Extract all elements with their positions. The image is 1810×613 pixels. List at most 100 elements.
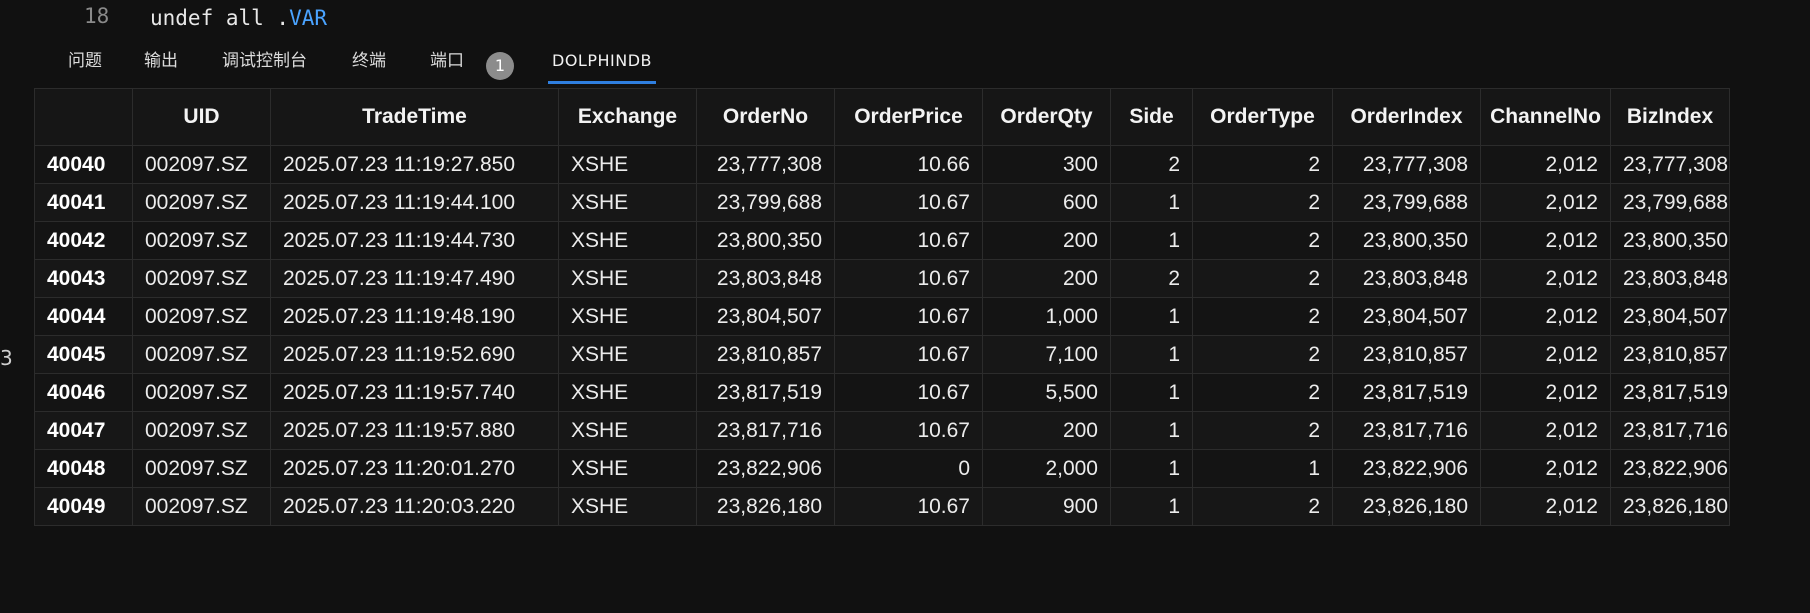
table-cell[interactable]: 2025.07.23 11:20:01.270	[270, 449, 559, 488]
table-cell[interactable]: 23,799,688	[696, 183, 835, 222]
column-header[interactable]: TradeTime	[270, 88, 559, 146]
table-cell[interactable]: 23,777,308	[1332, 145, 1481, 184]
table-row[interactable]: 40041 002097.SZ 2025.07.23 11:19:44.100 XSH…	[34, 183, 1730, 222]
table-cell[interactable]: 23,817,716	[696, 411, 835, 450]
tab-output[interactable]: 输出	[144, 44, 178, 82]
table-cell[interactable]: 002097.SZ	[132, 297, 271, 336]
table-row[interactable]: 40042 002097.SZ 2025.07.23 11:19:44.730 XSH…	[34, 221, 1730, 260]
column-header[interactable]: OrderQty	[982, 88, 1111, 146]
table-cell[interactable]: 1	[1110, 183, 1193, 222]
table-cell[interactable]: 1	[1192, 449, 1333, 488]
table-cell[interactable]: 2,012	[1480, 259, 1611, 298]
table-cell[interactable]: 10.67	[834, 297, 983, 336]
table-cell[interactable]: 2	[1192, 221, 1333, 260]
table-cell[interactable]: 900	[982, 487, 1111, 526]
table-cell[interactable]: 2,012	[1480, 145, 1611, 184]
table-cell[interactable]: XSHE	[558, 335, 697, 374]
table-cell[interactable]: 23,804,507	[1332, 297, 1481, 336]
table-cell[interactable]: 23,817,519	[1332, 373, 1481, 412]
table-cell[interactable]: XSHE	[558, 183, 697, 222]
table-cell[interactable]: 23,826,180	[1610, 487, 1730, 526]
table-cell[interactable]: 23,799,688	[1332, 183, 1481, 222]
table-cell[interactable]: 2,012	[1480, 449, 1611, 488]
column-header[interactable]: OrderType	[1192, 88, 1333, 146]
table-cell[interactable]: 2	[1110, 145, 1193, 184]
column-header[interactable]: BizIndex	[1610, 88, 1730, 146]
table-cell[interactable]: 2025.07.23 11:19:44.100	[270, 183, 559, 222]
table-cell[interactable]: 23,822,906	[696, 449, 835, 488]
table-cell[interactable]: 002097.SZ	[132, 259, 271, 298]
table-row[interactable]: 40048 002097.SZ 2025.07.23 11:20:01.270 XSH…	[34, 449, 1730, 488]
table-cell[interactable]: 23,817,716	[1610, 411, 1730, 450]
table-cell[interactable]: 7,100	[982, 335, 1111, 374]
column-header[interactable]: UID	[132, 88, 271, 146]
table-cell[interactable]: 002097.SZ	[132, 145, 271, 184]
table-cell[interactable]: XSHE	[558, 487, 697, 526]
table-cell[interactable]: 2025.07.23 11:20:03.220	[270, 487, 559, 526]
table-cell[interactable]: 23,822,906	[1610, 449, 1730, 488]
table-cell[interactable]: 23,810,857	[1332, 335, 1481, 374]
table-cell[interactable]: XSHE	[558, 373, 697, 412]
table-cell[interactable]: 2	[1192, 183, 1333, 222]
table-cell[interactable]: 23,810,857	[696, 335, 835, 374]
table-cell[interactable]: 2,012	[1480, 183, 1611, 222]
table-cell[interactable]: 2,012	[1480, 487, 1611, 526]
table-cell[interactable]: 2	[1192, 335, 1333, 374]
table-cell[interactable]: 23,803,848	[1610, 259, 1730, 298]
table-cell[interactable]: 23,826,180	[696, 487, 835, 526]
table-cell[interactable]: 002097.SZ	[132, 335, 271, 374]
table-cell[interactable]: 23,804,507	[1610, 297, 1730, 336]
table-cell[interactable]: 2	[1192, 373, 1333, 412]
table-cell[interactable]: 300	[982, 145, 1111, 184]
table-cell[interactable]: 10.67	[834, 373, 983, 412]
table-cell[interactable]: 23,804,507	[696, 297, 835, 336]
table-cell[interactable]: 002097.SZ	[132, 487, 271, 526]
table-cell[interactable]: 23,822,906	[1332, 449, 1481, 488]
column-header[interactable]: Exchange	[558, 88, 697, 146]
column-header[interactable]: OrderNo	[696, 88, 835, 146]
column-header[interactable]: Side	[1110, 88, 1193, 146]
table-cell[interactable]: 10.67	[834, 411, 983, 450]
table-cell[interactable]: 10.67	[834, 335, 983, 374]
column-header[interactable]: OrderPrice	[834, 88, 983, 146]
tab-debug-console[interactable]: 调试控制台	[222, 44, 307, 82]
table-row[interactable]: 40046 002097.SZ 2025.07.23 11:19:57.740 XSH…	[34, 373, 1730, 412]
table-row[interactable]: 40044 002097.SZ 2025.07.23 11:19:48.190 XSH…	[34, 297, 1730, 336]
tab-ports[interactable]: 端口	[430, 44, 464, 82]
table-cell[interactable]: 10.67	[834, 183, 983, 222]
table-cell[interactable]: 2,012	[1480, 221, 1611, 260]
table-cell[interactable]: 23,803,848	[696, 259, 835, 298]
table-cell[interactable]: 002097.SZ	[132, 183, 271, 222]
table-cell[interactable]: 2,012	[1480, 373, 1611, 412]
table-cell[interactable]: 2	[1192, 297, 1333, 336]
table-cell[interactable]: 2025.07.23 11:19:57.740	[270, 373, 559, 412]
table-cell[interactable]: 2025.07.23 11:19:48.190	[270, 297, 559, 336]
table-cell[interactable]: 23,817,519	[1610, 373, 1730, 412]
table-cell[interactable]: 1,000	[982, 297, 1111, 336]
table-cell[interactable]: 23,800,350	[696, 221, 835, 260]
table-cell[interactable]: 10.67	[834, 487, 983, 526]
table-cell[interactable]: 2	[1192, 145, 1333, 184]
table-cell[interactable]: 2	[1192, 259, 1333, 298]
table-cell[interactable]: 002097.SZ	[132, 373, 271, 412]
table-cell[interactable]: 2	[1192, 411, 1333, 450]
table-cell[interactable]: 200	[982, 221, 1111, 260]
table-cell[interactable]: 10.67	[834, 259, 983, 298]
table-cell[interactable]: 23,777,308	[1610, 145, 1730, 184]
table-cell[interactable]: 200	[982, 411, 1111, 450]
table-cell[interactable]: 002097.SZ	[132, 411, 271, 450]
table-cell[interactable]: 23,817,519	[696, 373, 835, 412]
table-cell[interactable]: 2,012	[1480, 411, 1611, 450]
table-cell[interactable]: XSHE	[558, 297, 697, 336]
table-cell[interactable]: 2,000	[982, 449, 1111, 488]
editor-code-line[interactable]: 18 undef all .VAR	[0, 0, 1810, 36]
table-cell[interactable]: 1	[1110, 411, 1193, 450]
table-cell[interactable]: 2	[1110, 259, 1193, 298]
table-row[interactable]: 40043 002097.SZ 2025.07.23 11:19:47.490 XSH…	[34, 259, 1730, 298]
table-cell[interactable]: 1	[1110, 297, 1193, 336]
table-cell[interactable]: 1	[1110, 221, 1193, 260]
table-cell[interactable]: 1	[1110, 335, 1193, 374]
table-cell[interactable]: 2,012	[1480, 297, 1611, 336]
table-cell[interactable]: 2025.07.23 11:19:27.850	[270, 145, 559, 184]
table-cell[interactable]: 23,799,688	[1610, 183, 1730, 222]
